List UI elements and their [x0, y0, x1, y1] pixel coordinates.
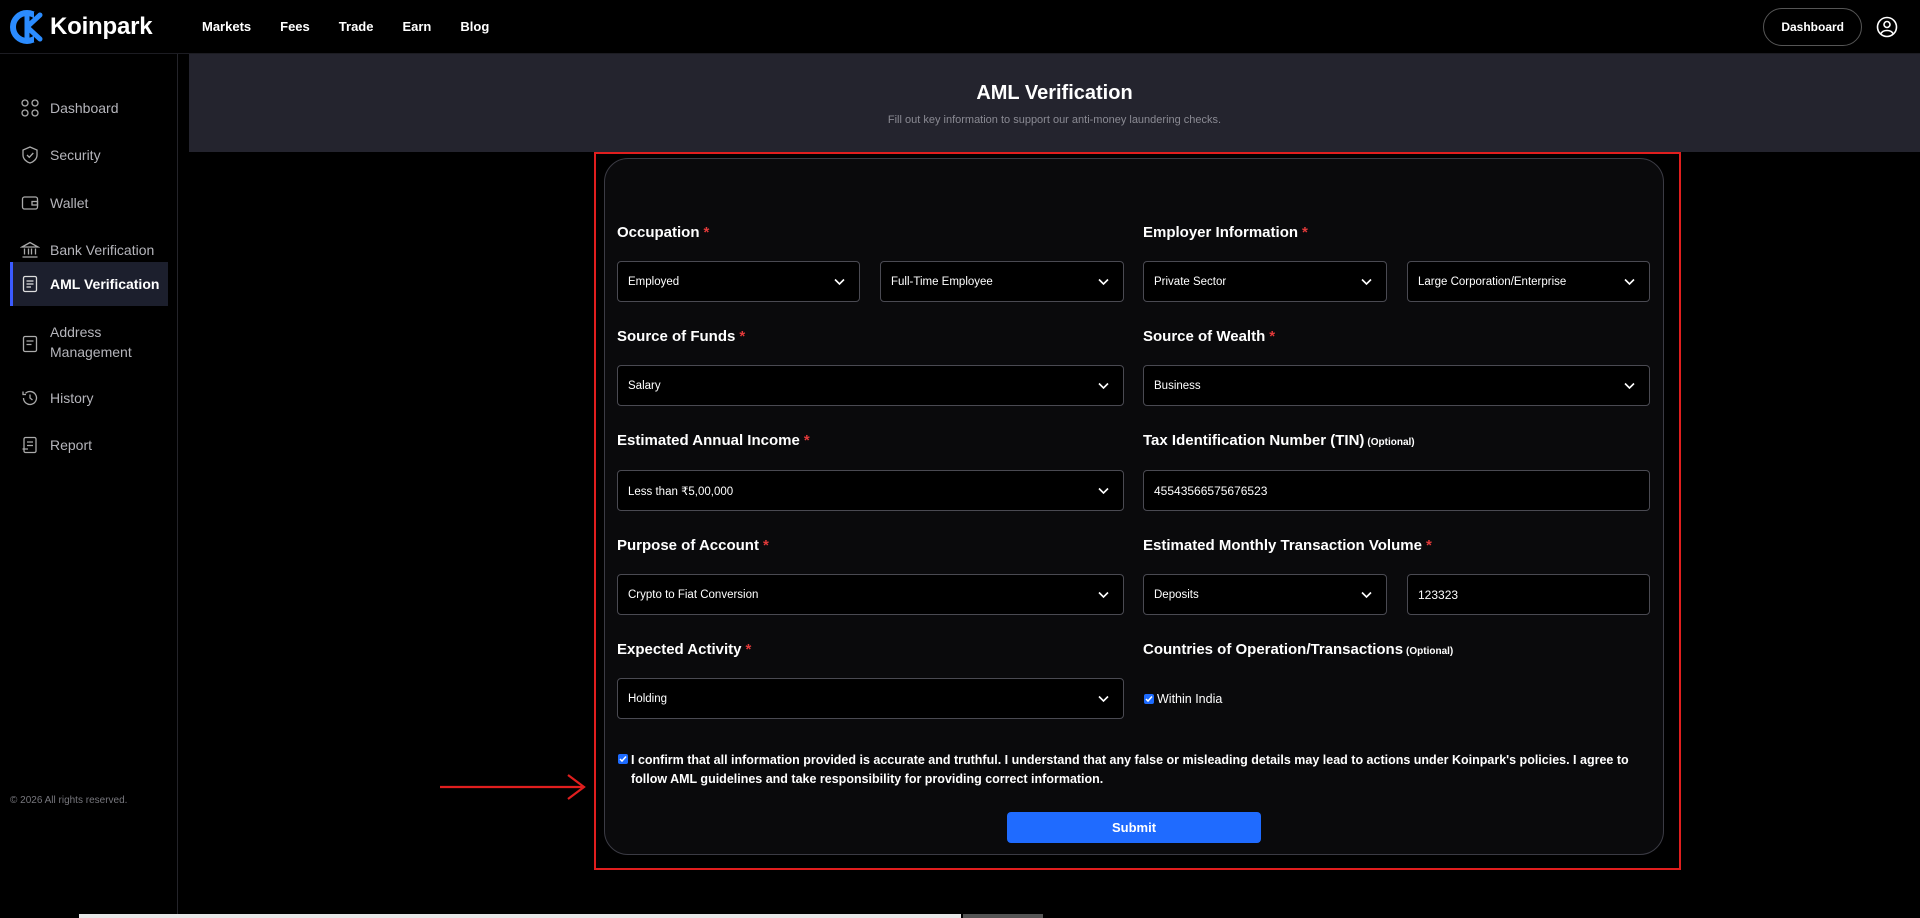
monthly-volume-amount-input[interactable]: 123323 [1407, 574, 1650, 615]
main-nav: Markets Fees Trade Earn Blog [202, 19, 518, 34]
nav-markets[interactable]: Markets [202, 19, 251, 34]
chevron-down-icon [1624, 382, 1635, 390]
report-icon [22, 436, 37, 454]
confirm-statement: I confirm that all information provided … [631, 753, 1629, 786]
copyright-text: © 2026 All rights reserved. [10, 795, 128, 806]
sidebar-item-label: AML Verification [50, 276, 160, 292]
employer-label: Employer Information * [1143, 224, 1308, 241]
chevron-down-icon [1098, 487, 1109, 495]
purpose-of-account-select[interactable]: Crypto to Fiat Conversion [617, 574, 1124, 615]
source-of-funds-select[interactable]: Salary [617, 365, 1124, 406]
source-of-wealth-label: Source of Wealth * [1143, 328, 1276, 345]
employer-sector-select[interactable]: Private Sector [1143, 261, 1387, 302]
occupation-label: Occupation * [617, 224, 710, 241]
chevron-down-icon [834, 278, 845, 286]
grid-icon [21, 99, 39, 117]
tin-label: Tax Identification Number (TIN) (Optional… [1143, 432, 1415, 449]
tin-input[interactable]: 45543566575676523 [1143, 470, 1650, 511]
history-icon [22, 390, 38, 406]
sidebar-item-security[interactable]: Security [10, 141, 168, 169]
sidebar-item-bank-verification[interactable]: Bank Verification [10, 236, 168, 264]
sidebar-item-wallet[interactable]: Wallet [10, 189, 168, 217]
sidebar-item-label: Wallet [50, 195, 89, 211]
sidebar-item-label: Security [50, 147, 101, 163]
purpose-of-account-label: Purpose of Account * [617, 537, 769, 554]
annual-income-select[interactable]: Less than ₹5,00,000 [617, 470, 1124, 511]
occupation-select[interactable]: Employed [617, 261, 860, 302]
nav-earn[interactable]: Earn [402, 19, 431, 34]
source-of-funds-label: Source of Funds * [617, 328, 746, 345]
annual-income-label: Estimated Annual Income * [617, 432, 810, 449]
source-of-wealth-select[interactable]: Business [1143, 365, 1650, 406]
sidebar-item-dashboard[interactable]: Dashboard [10, 94, 168, 122]
scrollbar-track [963, 914, 1043, 918]
sidebar-item-history[interactable]: History [10, 384, 168, 412]
page-title: AML Verification [976, 82, 1133, 104]
sidebar-item-label: Report [50, 437, 93, 453]
top-navbar: Koinpark Markets Fees Trade Earn Blog Da… [0, 0, 1920, 54]
check-icon [619, 756, 627, 763]
chevron-down-icon [1361, 278, 1372, 286]
submit-button[interactable]: Submit [1007, 812, 1261, 843]
within-india-checkbox[interactable] [1144, 694, 1154, 704]
expected-activity-select[interactable]: Holding [617, 678, 1124, 719]
horizontal-scrollbar[interactable] [79, 914, 961, 918]
nav-fees[interactable]: Fees [280, 19, 310, 34]
sidebar-item-report[interactable]: Report [10, 431, 168, 459]
employer-size-select[interactable]: Large Corporation/Enterprise [1407, 261, 1650, 302]
countries-label: Countries of Operation/Transactions (Opti… [1143, 641, 1454, 658]
sidebar-item-label: Dashboard [50, 100, 119, 116]
wallet-icon [21, 196, 39, 210]
document-icon [22, 275, 38, 293]
sidebar-item-address-management[interactable]: Address Management [10, 322, 168, 368]
monthly-volume-type-select[interactable]: Deposits [1143, 574, 1387, 615]
koinpark-logo-icon [10, 9, 48, 44]
chevron-down-icon [1624, 278, 1635, 286]
sidebar-item-label: Address Management [50, 324, 132, 360]
employment-type-select[interactable]: Full-Time Employee [880, 261, 1124, 302]
sidebar-item-aml-verification[interactable]: AML Verification [10, 262, 168, 306]
sidebar: Dashboard Security Wallet Bank Verificat… [0, 54, 178, 918]
brand-logo[interactable]: Koinpark [10, 8, 190, 46]
monthly-volume-label: Estimated Monthly Transaction Volume * [1143, 537, 1432, 554]
nav-trade[interactable]: Trade [339, 19, 374, 34]
chevron-down-icon [1098, 382, 1109, 390]
expected-activity-label: Expected Activity * [617, 641, 752, 658]
chevron-down-icon [1098, 278, 1109, 286]
address-icon [22, 335, 38, 353]
chevron-down-icon [1361, 591, 1372, 599]
sidebar-item-label: Bank Verification [50, 242, 155, 258]
user-circle-icon[interactable] [1876, 16, 1898, 38]
nav-blog[interactable]: Blog [460, 19, 489, 34]
within-india-label: Within India [1157, 692, 1223, 706]
shield-icon [22, 146, 38, 164]
page-subtitle: Fill out key information to support our … [887, 114, 1222, 126]
bank-icon [20, 241, 40, 258]
page-header: AML Verification Fill out key informatio… [189, 54, 1920, 152]
check-icon [1145, 696, 1153, 703]
confirm-checkbox[interactable] [618, 754, 628, 764]
brand-name: Koinpark [50, 12, 153, 40]
arrow-right-icon [440, 774, 586, 800]
sidebar-item-label: History [50, 390, 94, 406]
dashboard-button[interactable]: Dashboard [1763, 8, 1862, 46]
chevron-down-icon [1098, 591, 1109, 599]
chevron-down-icon [1098, 695, 1109, 703]
